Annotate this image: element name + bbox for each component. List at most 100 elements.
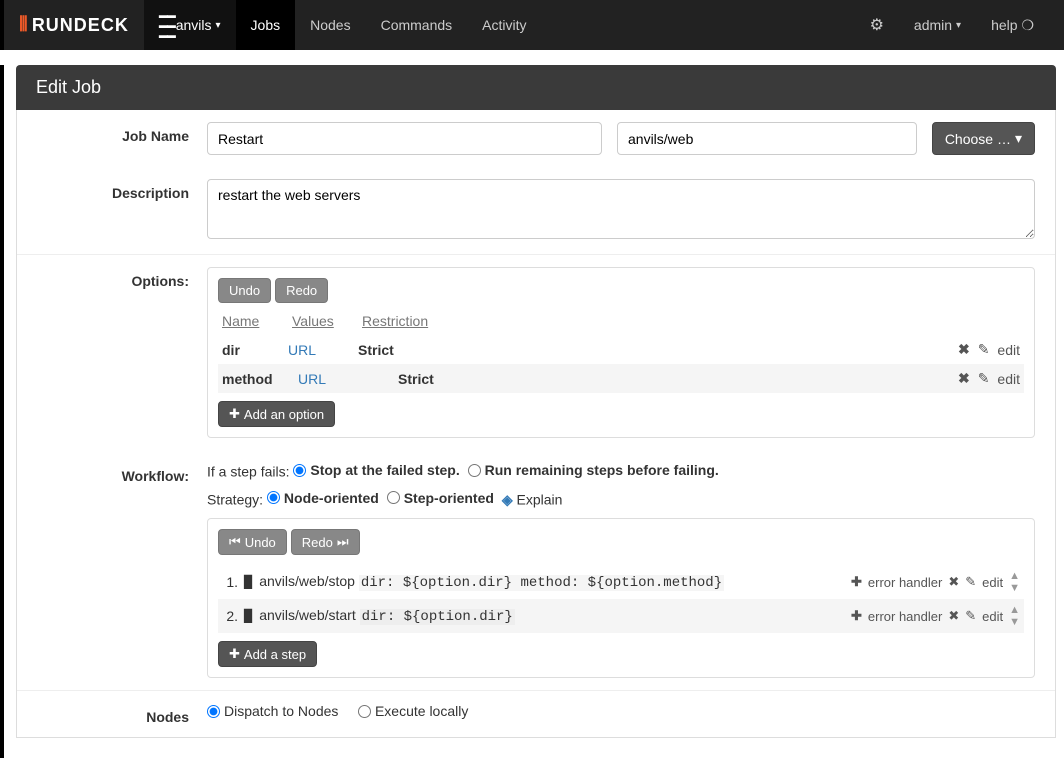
list-icon: ▬▬▬▬▬▬ (159, 10, 172, 40)
delete-icon[interactable]: ✖ (948, 608, 959, 624)
radio-dispatch-nodes[interactable]: Dispatch to Nodes (207, 703, 338, 719)
brand[interactable]: ⦀ RUNDECK (19, 14, 129, 37)
explain-link[interactable]: Explain (517, 491, 563, 507)
label-job-name: Job Name (37, 122, 207, 144)
option-restriction: Strict (358, 342, 958, 358)
nav-commands[interactable]: Commands (366, 0, 468, 50)
workflow-undo-button[interactable]: ⏮ Undo (218, 529, 287, 555)
label-workflow: Workflow: (37, 462, 207, 484)
step-ref: anvils/web/stop (259, 573, 355, 589)
description-input[interactable]: restart the web servers (207, 179, 1035, 239)
radio-step-oriented[interactable]: Step-oriented (387, 490, 494, 506)
nav-activity[interactable]: Activity (467, 0, 541, 50)
option-name: method (222, 371, 298, 387)
options-header: Name Values Restriction (218, 313, 1024, 329)
reorder-icon[interactable]: ▲▼ (1009, 570, 1020, 594)
radio-input[interactable] (293, 464, 306, 477)
settings-icon[interactable]: ⚙ (855, 0, 899, 50)
user-menu[interactable]: admin ▾ (899, 0, 976, 50)
step-body: anvils/web/stop dir: ${option.dir} metho… (259, 573, 845, 591)
help-label: help (991, 17, 1017, 33)
col-values: Values (292, 313, 342, 329)
project-name: anvils (176, 17, 212, 33)
page-title: Edit Job (16, 65, 1056, 110)
edit-link[interactable]: edit (982, 575, 1003, 590)
redo-label: Redo (302, 535, 333, 550)
plus-icon: ✚ (851, 574, 862, 590)
add-option-button[interactable]: ✚ Add an option (218, 401, 335, 427)
error-handler-link[interactable]: error handler (868, 575, 942, 590)
option-values: URL (298, 371, 398, 387)
job-group-input[interactable] (617, 122, 917, 155)
error-handler-link[interactable]: error handler (868, 609, 942, 624)
plus-icon: ✚ (229, 646, 240, 662)
workflow-step[interactable]: 1. ▉ anvils/web/stop dir: ${option.dir} … (218, 565, 1024, 599)
edit-icon[interactable]: ✎ (978, 341, 990, 358)
step-ref: anvils/web/start (259, 607, 355, 623)
add-step-label: Add a step (244, 647, 306, 662)
edit-icon[interactable]: ✎ (978, 370, 990, 387)
book-icon: ▉ (244, 609, 253, 623)
choose-group-button[interactable]: Choose … ▾ (932, 122, 1035, 155)
radio-input[interactable] (358, 705, 371, 718)
col-restriction: Restriction (362, 313, 428, 329)
radio-node-oriented[interactable]: Node-oriented (267, 490, 379, 506)
job-name-input[interactable] (207, 122, 602, 155)
option-row[interactable]: method URL Strict ✖ ✎ edit (218, 364, 1024, 393)
edit-icon[interactable]: ✎ (965, 574, 976, 590)
add-step-button[interactable]: ✚ Add a step (218, 641, 317, 667)
delete-icon[interactable]: ✖ (948, 574, 959, 590)
gear-icon: ⚙ (870, 15, 884, 35)
edit-link[interactable]: edit (997, 342, 1020, 358)
plus-icon: ✚ (229, 406, 240, 422)
step-body: anvils/web/start dir: ${option.dir} (259, 607, 845, 625)
option-row[interactable]: dir URL Strict ✖ ✎ edit (218, 335, 1024, 364)
label-options: Options: (37, 267, 207, 289)
workflow-panel: ⏮ Undo Redo ⏭ 1. ▉ anvils/web/stop dir: … (207, 518, 1035, 678)
fail-label: If a step fails: (207, 464, 289, 480)
reorder-icon[interactable]: ▲▼ (1009, 604, 1020, 628)
radio-label: Step-oriented (404, 490, 494, 506)
edit-icon[interactable]: ✎ (965, 608, 976, 624)
workflow-step[interactable]: 2. ▉ anvils/web/start dir: ${option.dir}… (218, 599, 1024, 633)
edit-link[interactable]: edit (997, 371, 1020, 387)
help-icon: ❍ (1021, 17, 1034, 34)
label-nodes: Nodes (37, 703, 207, 725)
delete-icon[interactable]: ✖ (958, 370, 970, 387)
radio-label: Stop at the failed step. (310, 462, 459, 478)
help-link[interactable]: help ❍ (976, 0, 1049, 50)
strategy-label: Strategy: (207, 491, 263, 507)
project-selector[interactable]: ▬▬▬▬▬▬ anvils ▾ (144, 0, 236, 50)
options-redo-button[interactable]: Redo (275, 278, 328, 303)
step-number: 1. (222, 574, 238, 590)
user-name: admin (914, 17, 952, 33)
radio-label: Run remaining steps before failing. (485, 462, 719, 478)
option-name: dir (222, 342, 288, 358)
option-values: URL (288, 342, 358, 358)
radio-input[interactable] (267, 491, 280, 504)
radio-input[interactable] (468, 464, 481, 477)
radio-execute-locally[interactable]: Execute locally (358, 703, 468, 719)
radio-input[interactable] (207, 705, 220, 718)
options-undo-button[interactable]: Undo (218, 278, 271, 303)
nav-jobs[interactable]: Jobs (236, 0, 296, 50)
radio-stop-at-failed[interactable]: Stop at the failed step. (293, 462, 459, 478)
col-name: Name (222, 313, 272, 329)
step-number: 2. (222, 608, 238, 624)
workflow-redo-button[interactable]: Redo ⏭ (291, 529, 360, 555)
radio-run-remaining[interactable]: Run remaining steps before failing. (468, 462, 719, 478)
radio-label: Dispatch to Nodes (224, 703, 338, 719)
radio-label: Execute locally (375, 703, 468, 719)
radio-input[interactable] (387, 491, 400, 504)
book-icon: ▉ (244, 575, 253, 589)
edit-link[interactable]: edit (982, 609, 1003, 624)
step-forward-icon: ⏭ (337, 534, 349, 550)
nav-nodes[interactable]: Nodes (295, 0, 365, 50)
step-args: dir: ${option.dir} method: ${option.meth… (359, 575, 724, 591)
strategy-config: Strategy: Node-oriented Step-oriented ◈ … (207, 490, 1035, 509)
add-option-label: Add an option (244, 407, 324, 422)
step-back-icon: ⏮ (229, 534, 241, 550)
delete-icon[interactable]: ✖ (958, 341, 970, 358)
caret-down-icon: ▾ (216, 20, 221, 31)
choose-label: Choose … (945, 131, 1011, 147)
